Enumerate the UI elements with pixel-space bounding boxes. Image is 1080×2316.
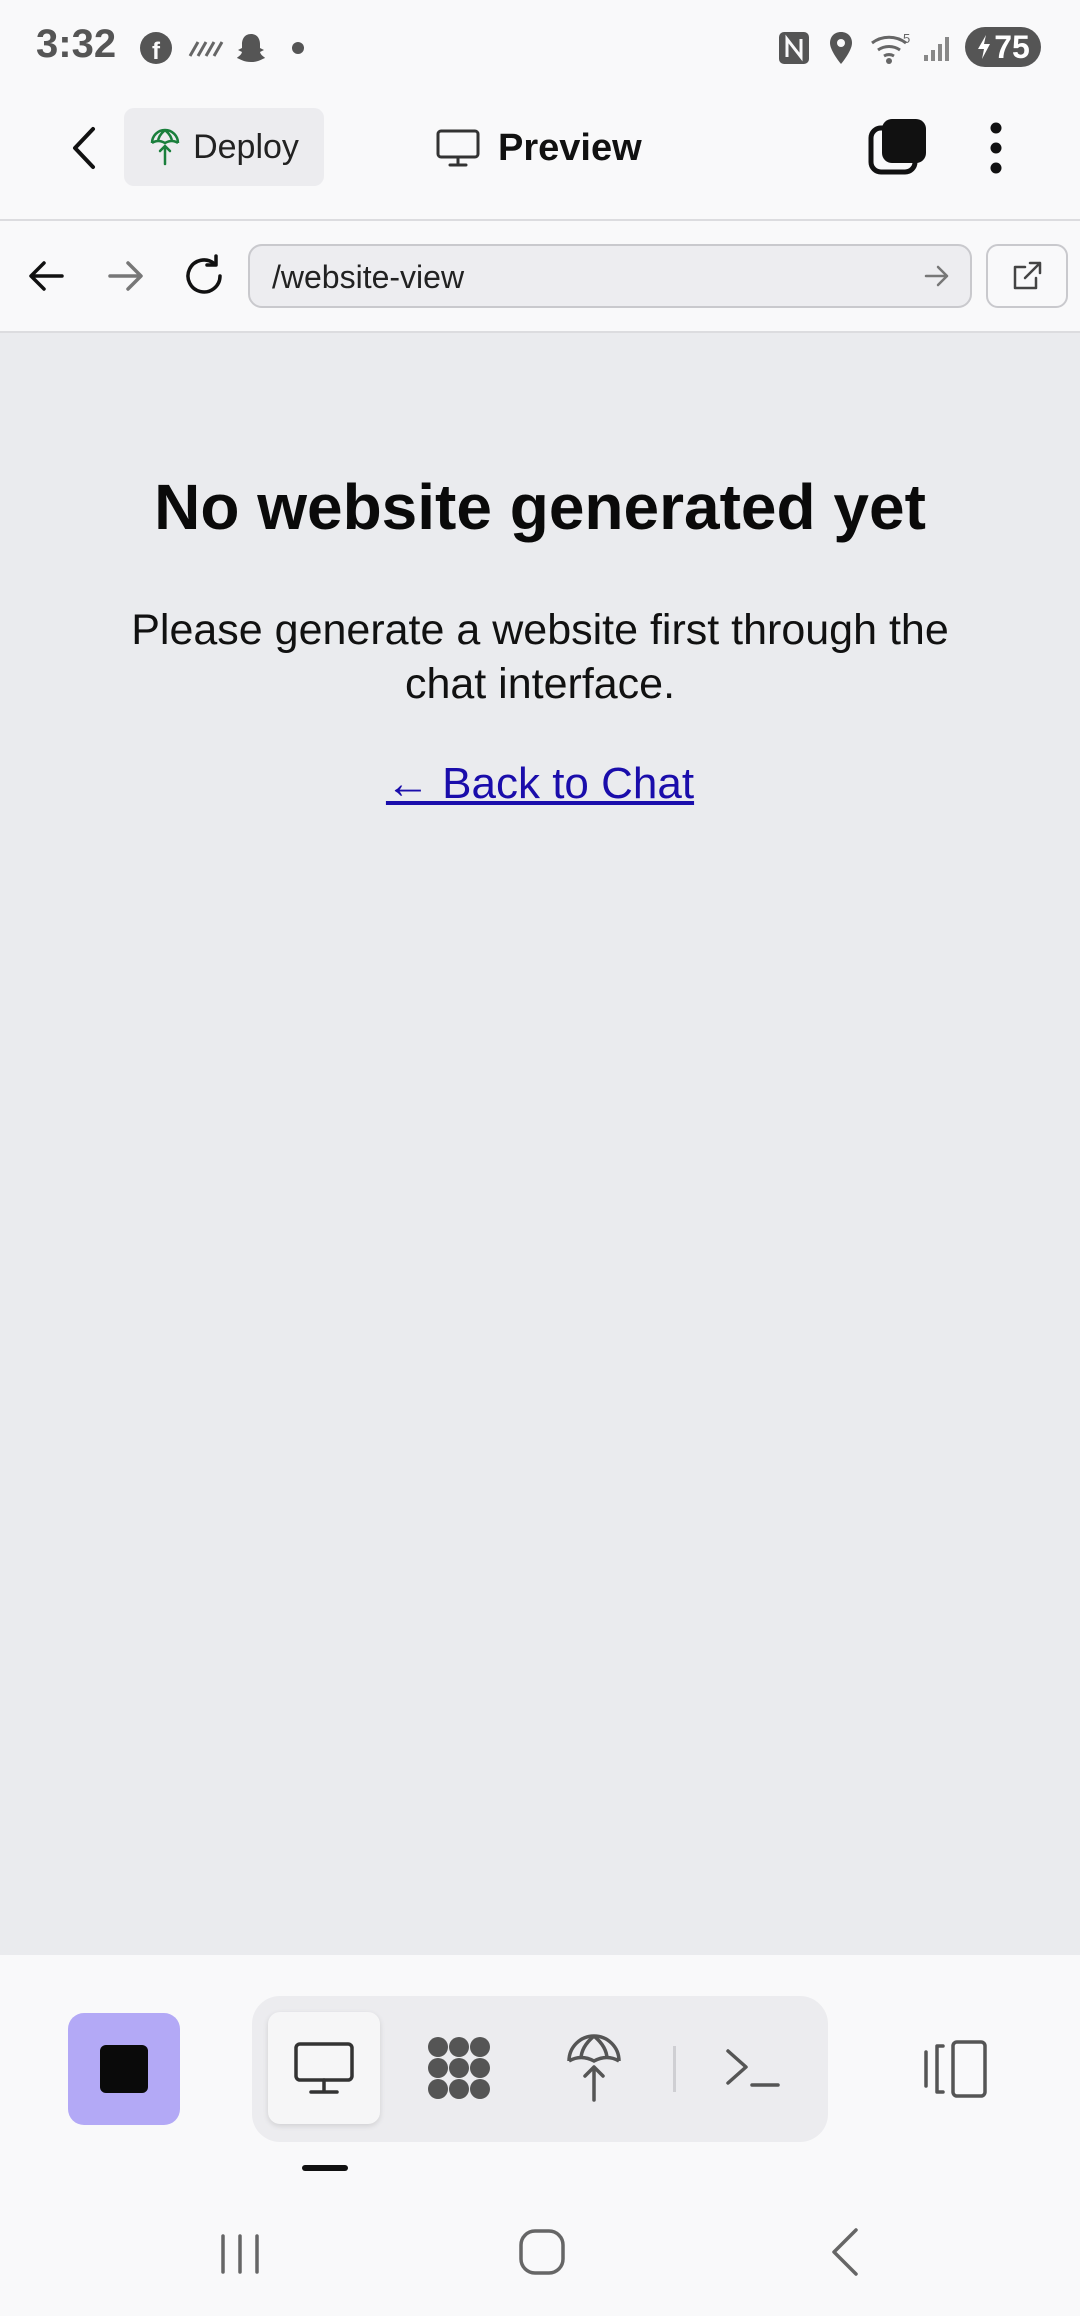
tabs-stack-icon [868,119,926,175]
deploy-button[interactable]: Deploy [124,108,324,186]
panel-layout-icon [924,2040,987,2098]
cell-signal-icon [920,30,954,66]
external-link-icon [1013,261,1042,290]
browser-forward-button[interactable] [100,252,152,300]
layout-toggle-button[interactable] [916,2034,996,2104]
battery-level: 75 [994,28,1030,65]
empty-state-message: Please generate a website first through … [131,606,949,708]
more-vertical-icon [990,122,1002,174]
back-button[interactable] [54,118,114,178]
location-icon [826,30,856,66]
go-arrow-icon[interactable] [924,264,950,288]
url-input[interactable]: /website-view [248,244,972,308]
open-external-button[interactable] [986,244,1068,308]
tab-terminal[interactable] [696,2012,808,2124]
dots-grid-icon [428,2037,490,2099]
arrow-left-icon [29,261,64,291]
system-back-button[interactable] [820,2224,870,2280]
monitor-icon [294,2042,354,2094]
recent-apps-icon [221,2234,259,2274]
back-chevron-icon [832,2228,858,2276]
tab-deploy[interactable] [538,2012,650,2124]
recent-apps-button[interactable] [210,2226,270,2282]
more-options-button[interactable] [976,118,1016,178]
home-button[interactable] [514,2224,570,2280]
monitor-icon [436,129,480,167]
signal-wave-icon [186,30,226,66]
toolbar-divider [673,2046,676,2092]
deploy-globe-icon [150,128,180,166]
stop-square-icon [100,2045,148,2093]
facebook-icon: f [138,30,174,66]
wifi-icon: 5 [868,30,914,66]
battery-indicator: 75 [965,27,1041,67]
deploy-globe-icon [567,2034,621,2102]
tab-preview[interactable] [268,2012,380,2124]
empty-state-heading: No website generated yet [154,471,926,543]
preview-title: Preview [436,118,642,178]
home-icon [519,2229,565,2275]
svg-text:5: 5 [903,31,910,46]
tab-components[interactable] [403,2012,515,2124]
nfc-icon [776,30,812,66]
deploy-label: Deploy [193,127,299,166]
arrow-right-icon [108,261,143,291]
svg-text:f: f [152,38,161,65]
preview-content: No website generated yet Please generate… [0,333,1080,1955]
snapchat-icon [232,30,270,66]
terminal-icon [726,2049,780,2087]
status-time: 3:32 [36,22,117,66]
reload-icon [186,254,222,294]
url-text: /website-view [272,259,465,295]
preview-label: Preview [498,126,642,169]
tabs-switcher-button[interactable] [866,116,930,180]
status-bar: 3:32 f 5 75 [0,0,1080,95]
browser-back-button[interactable] [20,252,72,300]
notification-dot-icon [290,30,306,66]
reload-button[interactable] [178,250,230,302]
charging-bolt-icon [978,35,991,59]
active-tab-indicator [302,2165,348,2171]
back-to-chat-link[interactable]: ← Back to Chat [0,759,1080,809]
chevron-left-icon [73,127,95,169]
stop-button[interactable] [68,2013,180,2125]
